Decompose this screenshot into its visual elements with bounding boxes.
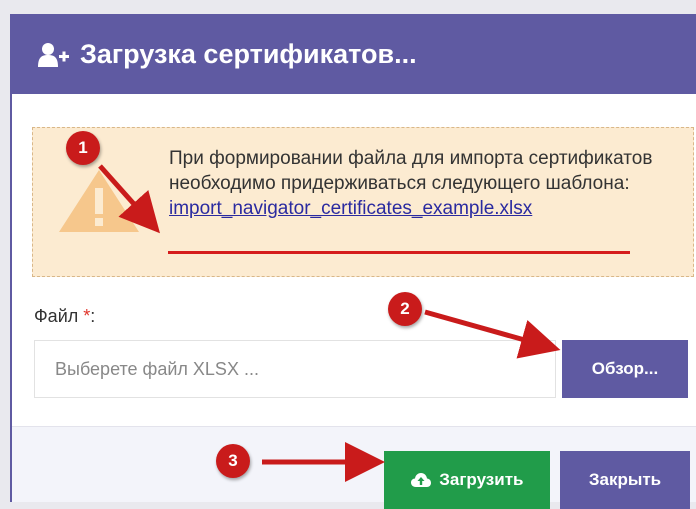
browse-button[interactable]: Обзор... — [562, 340, 688, 398]
file-field-label: Файл *: — [34, 306, 95, 327]
warning-icon — [57, 168, 141, 239]
notice-text: При формировании файла для импорта серти… — [169, 148, 653, 194]
dialog-header: Загрузка сертификатов... — [12, 14, 696, 94]
annotation-marker-2: 2 — [388, 292, 422, 326]
cloud-upload-icon — [410, 470, 440, 489]
link-highlight-underline — [168, 251, 630, 254]
file-label-text: Файл — [34, 306, 79, 326]
template-notice: При формировании файла для импорта серти… — [32, 127, 694, 277]
template-download-link[interactable]: import_navigator_certificates_example.xl… — [169, 196, 532, 221]
annotation-marker-1: 1 — [66, 131, 100, 165]
upload-button[interactable]: Загрузить — [384, 451, 550, 509]
upload-certificates-dialog: Загрузка сертификатов... При формировани… — [10, 14, 696, 509]
dialog-footer: Загрузить Закрыть — [12, 426, 696, 509]
file-input[interactable]: Выберете файл XLSX ... — [34, 340, 556, 398]
label-suffix: : — [90, 306, 96, 326]
close-button[interactable]: Закрыть — [560, 451, 690, 509]
user-plus-icon — [38, 42, 70, 73]
upload-button-label: Загрузить — [439, 470, 524, 489]
annotation-marker-3: 3 — [216, 444, 250, 478]
dialog-title: Загрузка сертификатов... — [80, 39, 417, 69]
